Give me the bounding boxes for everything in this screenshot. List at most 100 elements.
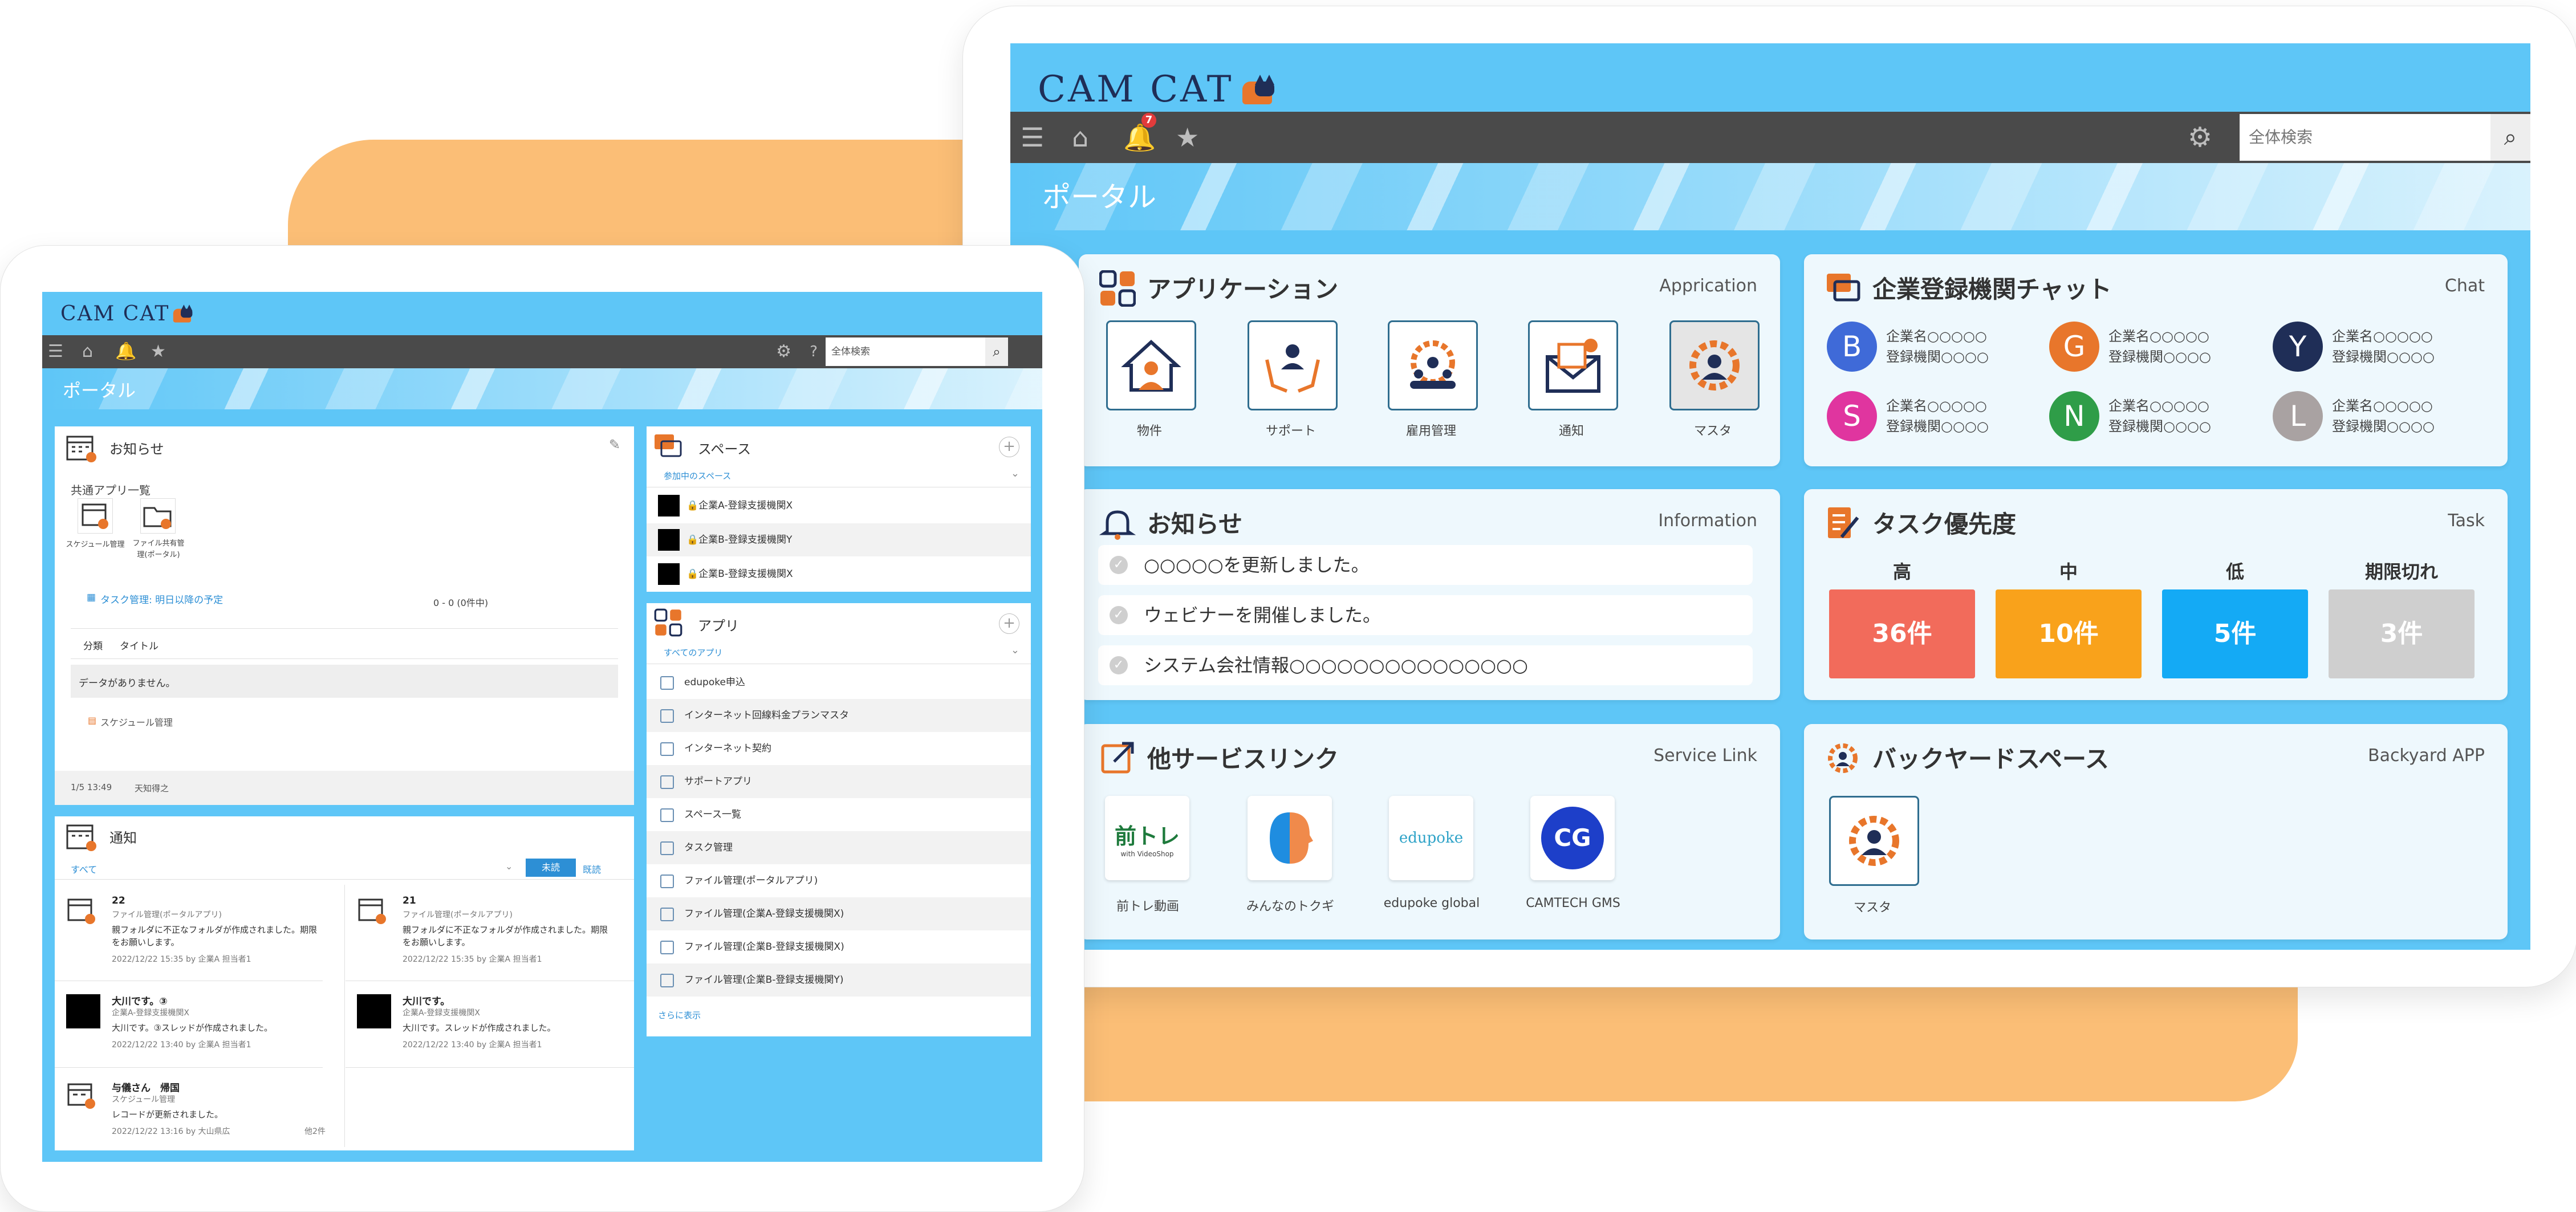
app-logo[interactable]: CAM CAT	[60, 298, 207, 330]
user-avatar	[357, 994, 391, 1028]
chat-avatar[interactable]: S	[1827, 391, 1877, 441]
hamburger-menu-icon[interactable]: ☰	[48, 335, 63, 368]
page-title: ポータル	[63, 380, 136, 401]
schedule-link[interactable]: スケジュール管理	[100, 715, 173, 729]
task-high-label: 高	[1892, 561, 1911, 583]
chat-avatar[interactable]: B	[1827, 322, 1877, 372]
chat-avatar[interactable]: L	[2273, 391, 2323, 441]
applications-card: アプリケーション Apprication 物件 サポート 雇用管理 通知 マスタ	[1079, 254, 1780, 466]
schedule-app-icon[interactable]	[78, 498, 113, 534]
notification-item-meta: 2022/12/22 15:35 by 企業A 担当者1	[403, 955, 542, 964]
notification-item-app: 企業A-登録支援機関X	[112, 1008, 189, 1018]
app-tile-master[interactable]	[1669, 320, 1760, 410]
search-icon: ⌕	[2504, 124, 2517, 151]
app-label-support: サポート	[1265, 424, 1316, 438]
chat-avatar[interactable]: Y	[2273, 322, 2323, 372]
news-footer: 1/5 13:49 天知得之	[55, 771, 634, 805]
unread-button[interactable]: 未読	[526, 859, 576, 877]
service-minna-no-tokugi[interactable]	[1248, 796, 1332, 880]
app-tile-support[interactable]	[1248, 320, 1338, 410]
notification-item[interactable]: 大川です。③ 企業A-登録支援機関X 大川です。③スレッドが作成されました。 2…	[55, 982, 323, 1068]
app-tile-notification[interactable]	[1528, 320, 1618, 410]
app-list-item[interactable]: edupoke申込	[647, 666, 1031, 699]
app-list-item[interactable]: ファイル管理(企業A-登録支援機関X)	[647, 897, 1031, 930]
user-avatar	[66, 994, 100, 1028]
task-overdue-count[interactable]: 3件	[2329, 589, 2475, 678]
applications-title: アプリケーション	[1147, 275, 1339, 303]
file-share-app-icon[interactable]	[140, 498, 176, 534]
app-list-item[interactable]: サポートアプリ	[647, 765, 1031, 798]
space-filter-select[interactable]: 参加中のスペース	[664, 470, 731, 482]
app-tile-property[interactable]	[1106, 320, 1196, 410]
star-icon[interactable]: ★	[151, 335, 166, 368]
app-title: アプリ	[698, 618, 739, 634]
search-button[interactable]: ⌕	[985, 337, 1008, 366]
app-tile-employment[interactable]	[1388, 320, 1478, 410]
notification-item[interactable]: 大川です。 企業A-登録支援機関X 大川です。スレッドが作成されました。 202…	[346, 982, 634, 1068]
information-item[interactable]: ✓ ○○○○○を更新しました。	[1098, 545, 1753, 585]
service-maetore[interactable]: 前トレ with VideoShop	[1105, 796, 1189, 880]
chat-avatar[interactable]: N	[2049, 391, 2099, 441]
information-item[interactable]: ✓ ウェビナーを開催しました。	[1098, 595, 1753, 635]
space-list-item[interactable]: 🔒企業B-登録支援機関X	[647, 558, 1031, 591]
hamburger-menu-icon[interactable]: ☰	[1021, 112, 1044, 163]
task-medium-count[interactable]: 10件	[1996, 589, 2142, 678]
external-link-icon	[1101, 742, 1134, 774]
notification-filter-select[interactable]: すべて	[71, 862, 97, 876]
chevron-down-icon[interactable]: ⌄	[1011, 467, 1019, 479]
edit-icon[interactable]: ✎	[609, 437, 620, 453]
home-icon[interactable]: ⌂	[1072, 112, 1088, 163]
app-list-item[interactable]: ファイル管理(ポータルアプリ)	[647, 864, 1031, 897]
notification-item[interactable]: 21 ファイル管理(ポータルアプリ) 親フォルダに不正なフォルダが作成されました…	[346, 884, 634, 981]
notification-item[interactable]: 22 ファイル管理(ポータルアプリ) 親フォルダに不正なフォルダが作成されました…	[55, 884, 323, 981]
task-low-count[interactable]: 5件	[2162, 589, 2308, 678]
app-icon	[660, 974, 674, 987]
service-camtech-gms[interactable]: CG	[1530, 796, 1615, 880]
notification-item-body: 大川です。③スレッドが作成されました。	[112, 1023, 273, 1033]
help-icon[interactable]: ?	[810, 335, 818, 368]
notification-item-title: 与儀さん 帰国	[112, 1083, 180, 1094]
gear-icon[interactable]: ⚙	[776, 335, 791, 368]
global-search-input[interactable]	[2240, 114, 2490, 161]
search-button[interactable]: ⌕	[2490, 114, 2530, 161]
app-list-item[interactable]: インターネット回線料金プランマスタ	[647, 699, 1031, 732]
star-icon[interactable]: ★	[1176, 112, 1199, 163]
app-filter-select[interactable]: すべてのアプリ	[664, 646, 722, 658]
notification-item-body: レコードが更新されました。	[112, 1109, 224, 1120]
space-list-item[interactable]: 🔒企業A-登録支援機関X	[647, 489, 1031, 522]
service-link-title: 他サービスリンク	[1147, 745, 1339, 773]
task-high-count[interactable]: 36件	[1829, 589, 1975, 678]
add-app-button[interactable]: +	[999, 613, 1019, 634]
information-title: お知らせ	[1147, 510, 1243, 538]
edupoke-logo: edupoke	[1399, 829, 1464, 847]
service-label: みんなのトクギ	[1246, 900, 1334, 914]
add-space-button[interactable]: +	[999, 437, 1019, 457]
chevron-down-icon[interactable]: ⌄	[505, 861, 513, 872]
app-list-item[interactable]: タスク管理	[647, 831, 1031, 864]
backyard-tile-master[interactable]	[1829, 796, 1919, 886]
chevron-down-icon[interactable]: ⌄	[1011, 644, 1019, 656]
space-list-item[interactable]: 🔒企業B-登録支援機関Y	[647, 523, 1031, 556]
app-list-item[interactable]: ファイル管理(企業B-登録支援機関Y)	[647, 963, 1031, 997]
service-edupoke[interactable]: edupoke	[1389, 796, 1473, 880]
app-list-item[interactable]: ファイル管理(企業B-登録支援機関X)	[647, 930, 1031, 963]
footer-weather: 天知得之	[135, 783, 169, 794]
notification-item-title: 22	[112, 895, 125, 906]
home-icon[interactable]: ⌂	[82, 335, 93, 368]
chat-avatar[interactable]: G	[2049, 322, 2099, 372]
show-more-link[interactable]: さらに表示	[658, 1009, 701, 1021]
read-button[interactable]: 既読	[583, 862, 601, 876]
app-list-item[interactable]: インターネット契約	[647, 732, 1031, 765]
gear-icon[interactable]: ⚙	[2188, 112, 2212, 163]
app-label-master: マスタ	[1693, 424, 1732, 438]
notification-item[interactable]: 与儀さん 帰国 スケジュール管理 レコードが更新されました。 2022/12/2…	[55, 1068, 344, 1150]
right-screen: CAM CAT ☰ ⌂ 🔔 7 ★ ⚙ ? ⌕ ポータル アプリケーション Ap…	[1010, 43, 2530, 950]
bell-icon[interactable]: 🔔	[115, 335, 136, 368]
empty-row: データがありません。	[71, 665, 618, 698]
task-schedule-link[interactable]: タスク管理: 明日以降の予定	[100, 592, 223, 606]
global-search-input[interactable]: 全体検索	[826, 337, 985, 366]
service-label: CAMTECH GMS	[1526, 896, 1620, 910]
app-list-item[interactable]: スペース一覧	[647, 798, 1031, 831]
information-item[interactable]: ✓ システム会社情報○○○○○○○○○○○○○○○	[1098, 645, 1753, 685]
logo-text: CAM CAT	[1038, 68, 1234, 111]
